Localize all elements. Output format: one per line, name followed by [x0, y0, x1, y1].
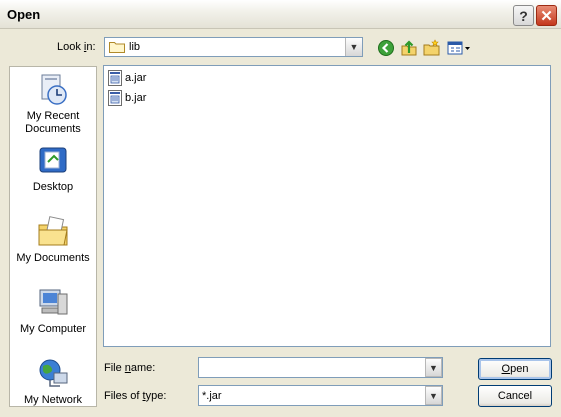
place-label: Desktop [32, 181, 74, 193]
window-title: Open [7, 7, 41, 22]
back-icon[interactable] [377, 39, 395, 57]
files-of-type-dropdown[interactable]: *.jar [198, 385, 443, 406]
file-name-input[interactable] [198, 357, 443, 378]
files-of-type-label: Files of type: [104, 390, 167, 402]
chevron-down-icon[interactable]: ▼ [345, 38, 362, 56]
chevron-down-icon[interactable]: ▼ [425, 358, 442, 377]
my-network-icon [39, 359, 68, 387]
jar-file-icon [108, 90, 122, 106]
folder-icon [109, 42, 125, 53]
desktop-icon [39, 147, 67, 173]
place-my-documents[interactable]: My Documents [10, 215, 96, 265]
list-item[interactable]: a.jar [108, 70, 146, 86]
file-name: b.jar [125, 92, 147, 104]
file-name: a.jar [125, 72, 147, 84]
title-bar: Open ? ✕ [0, 0, 561, 29]
open-button[interactable]: Open [478, 358, 552, 380]
files-of-type-value: *.jar [202, 390, 222, 402]
place-label: Documents [25, 123, 81, 135]
file-name-label: File name: [104, 362, 156, 374]
views-menu-icon[interactable] [447, 39, 471, 57]
place-my-network[interactable]: My Network [10, 357, 96, 406]
up-folder-icon[interactable] [400, 39, 418, 57]
my-computer-icon [39, 289, 68, 315]
list-item[interactable]: b.jar [108, 90, 146, 106]
place-desktop[interactable]: Desktop [10, 144, 96, 194]
jar-file-icon [108, 70, 122, 86]
place-my-computer[interactable]: My Computer [10, 286, 96, 336]
place-label: My Network [23, 394, 83, 406]
look-in-value: lib [129, 41, 141, 53]
place-label: My Documents [16, 252, 90, 264]
help-button[interactable]: ? [513, 5, 534, 26]
question-mark-icon: ? [519, 7, 528, 24]
look-in-label: Look in: [57, 41, 96, 53]
look-in-dropdown[interactable]: lib ▼ [104, 37, 363, 57]
new-folder-icon[interactable] [423, 39, 441, 57]
close-x-icon: ✕ [540, 7, 553, 25]
my-documents-icon [38, 216, 68, 246]
places-bar: My Recent Documents Desktop My Documents… [9, 66, 97, 407]
place-my-recent-documents[interactable]: My Recent Documents [10, 73, 96, 136]
file-list[interactable]: a.jar b.jar [103, 65, 551, 347]
chevron-down-icon[interactable]: ▼ [425, 386, 442, 405]
cancel-button[interactable]: Cancel [478, 385, 552, 407]
place-label: My Recent [26, 110, 80, 122]
place-label: My Computer [19, 323, 87, 335]
close-button[interactable]: ✕ [536, 5, 557, 26]
recent-documents-icon [41, 74, 67, 105]
